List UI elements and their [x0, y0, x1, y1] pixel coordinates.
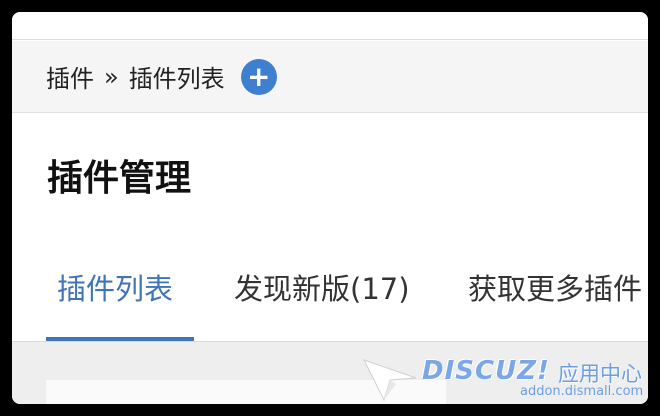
tab-plugin-list[interactable]: 插件列表 — [57, 266, 173, 308]
admin-window: 插件 » 插件列表 + 插件管理 插件列表 发现新版(17) 获取更多插件 — [12, 12, 648, 404]
breadcrumb-separator: » — [104, 62, 119, 91]
paper-plane-icon — [363, 359, 417, 402]
discuz-watermark: DISCUZ! 应用中心 addon.dismall.com — [360, 350, 660, 406]
breadcrumb-root-link[interactable]: 插件 — [46, 59, 94, 94]
watermark-url: addon.dismall.com — [520, 384, 644, 399]
page-title: 插件管理 — [47, 158, 192, 199]
add-plugin-button[interactable]: + — [240, 58, 277, 95]
tab-get-more-plugins[interactable]: 获取更多插件 — [468, 266, 642, 308]
discuz-logo-text: DISCUZ! — [422, 356, 550, 386]
tab-bar: 插件列表 发现新版(17) 获取更多插件 — [12, 262, 648, 342]
plus-icon: + — [246, 59, 271, 93]
top-strip — [12, 12, 648, 40]
tab-new-versions[interactable]: 发现新版(17) — [234, 266, 410, 308]
breadcrumb: 插件 » 插件列表 + — [12, 41, 648, 113]
breadcrumb-current: 插件列表 — [128, 65, 225, 93]
